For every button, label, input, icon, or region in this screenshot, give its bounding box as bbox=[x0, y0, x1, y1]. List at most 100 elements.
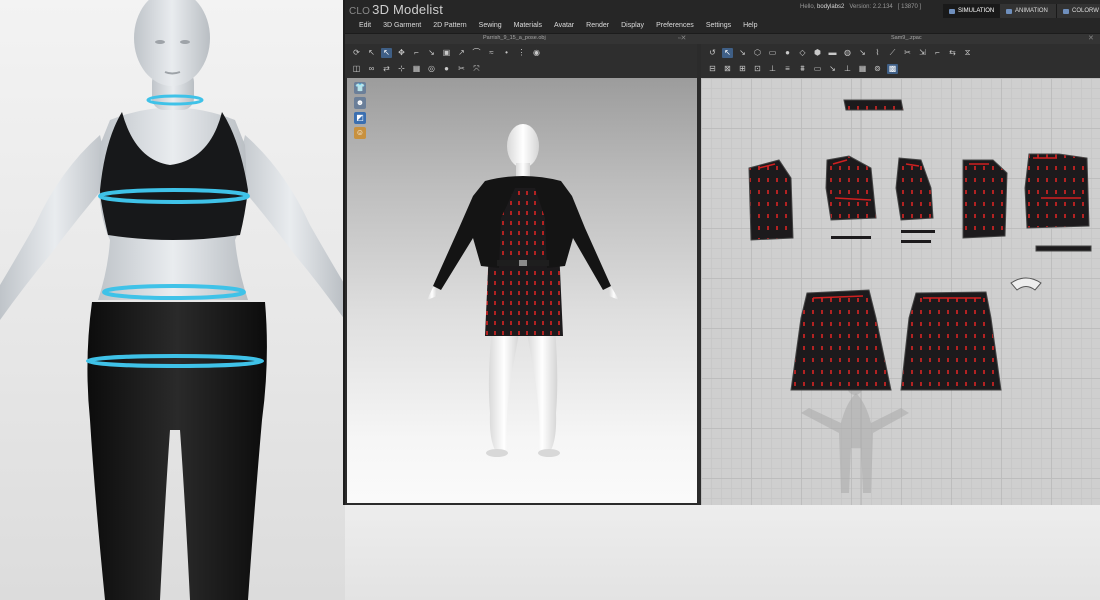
measure-icon[interactable]: ⌒ bbox=[471, 48, 482, 58]
menu-avatar[interactable]: Avatar bbox=[554, 22, 574, 29]
undo-icon[interactable]: ↺ bbox=[707, 48, 718, 58]
toolbar-3d: ⟳ ↖ ↖ ✥ ⌐ ↘ ▣ ↗ ⌒ ≈ • ⋮ ◉ ◫ ∞ ⇄ ⊹ ▦ ◎ ● … bbox=[345, 44, 697, 78]
select-mesh-icon[interactable]: ↖ bbox=[381, 48, 392, 58]
tab-colorway-label: COLORW bbox=[1072, 8, 1099, 14]
version-number: 2.2.134 bbox=[872, 4, 893, 10]
tab-animation[interactable]: ANIMATION bbox=[1000, 4, 1057, 18]
curve-icon[interactable]: ⌇ bbox=[872, 48, 883, 58]
tab-simulation-label: SIMULATION bbox=[958, 8, 995, 14]
box-pin-icon[interactable]: ▣ bbox=[441, 48, 452, 58]
texture-icon[interactable]: ▦ bbox=[411, 64, 422, 74]
menu-render[interactable]: Render bbox=[586, 22, 609, 29]
menu-2d-pattern[interactable]: 2D Pattern bbox=[433, 22, 466, 29]
pin-icon[interactable]: ↘ bbox=[426, 48, 437, 58]
pattern-piece-collar[interactable] bbox=[843, 99, 904, 111]
pattern-piece-belt[interactable] bbox=[1035, 245, 1092, 252]
menu-materials[interactable]: Materials bbox=[514, 22, 542, 29]
circle-icon[interactable]: ◎ bbox=[426, 64, 437, 74]
pattern-piece-left-sleeve[interactable] bbox=[748, 159, 794, 241]
wrinkle-icon[interactable]: ✂ bbox=[456, 64, 467, 74]
cut-icon[interactable]: ✂ bbox=[902, 48, 913, 58]
toolbar-2d-row1: ↺ ↖ ↘ ⬡ ▭ ● ◇ ⬢ ▬ ◍ ↘ ⌇ ⟋ ✂ ⇲ ⌐ ⇆ ⧖ bbox=[707, 46, 977, 60]
polygon-icon[interactable]: ⬡ bbox=[752, 48, 763, 58]
button-icon[interactable]: ◉ bbox=[531, 48, 542, 58]
pattern-piece-skirt-back[interactable] bbox=[900, 291, 1002, 391]
build-number: [ 13870 ] bbox=[897, 4, 922, 10]
title-bar: CLO 3D Modelist Hello, bodylabs2 Version:… bbox=[345, 0, 1100, 18]
username[interactable]: bodylabs2 bbox=[817, 4, 844, 10]
fold-arrange-icon[interactable]: ⩩ bbox=[797, 64, 808, 74]
annotation-icon[interactable]: ↘ bbox=[827, 64, 838, 74]
select-icon[interactable]: ↖ bbox=[366, 48, 377, 58]
point-icon[interactable]: • bbox=[501, 48, 512, 58]
pattern-piece-arc[interactable] bbox=[1010, 277, 1042, 291]
pattern-icon[interactable]: ◫ bbox=[351, 64, 362, 74]
tile-icon[interactable]: ▩ bbox=[887, 64, 898, 74]
pane-2d-close-icon[interactable]: ✕ bbox=[1088, 34, 1094, 42]
notch-icon[interactable]: ⊥ bbox=[767, 64, 778, 74]
zipper-icon[interactable]: ⋮ bbox=[516, 48, 527, 58]
symmetry-icon[interactable]: ⧖ bbox=[962, 48, 973, 58]
dart-icon[interactable]: ◇ bbox=[797, 48, 808, 58]
grading-icon[interactable]: ⊥ bbox=[842, 64, 853, 74]
2d-pattern-viewport[interactable] bbox=[701, 78, 1100, 505]
internal-rect-icon[interactable]: ▬ bbox=[827, 48, 838, 58]
pattern-piece-front-right[interactable] bbox=[895, 157, 934, 221]
toolbar-2d: ↺ ↖ ↘ ⬡ ▭ ● ◇ ⬢ ▬ ◍ ↘ ⌇ ⟋ ✂ ⇲ ⌐ ⇆ ⧖ ⊟ ⊠ … bbox=[701, 44, 1100, 78]
strengthen-icon[interactable]: ⤧ bbox=[471, 64, 482, 74]
animation-icon bbox=[1006, 8, 1012, 14]
free-sew-icon[interactable]: ⊠ bbox=[722, 64, 733, 74]
fit-icon[interactable]: ● bbox=[441, 64, 452, 74]
circle-shape-icon[interactable]: ● bbox=[782, 48, 793, 58]
pattern-piece-front-left[interactable] bbox=[825, 155, 877, 221]
internal-polygon-icon[interactable]: ⬢ bbox=[812, 48, 823, 58]
arrange-icon[interactable]: ⊹ bbox=[396, 64, 407, 74]
fold-icon[interactable]: ⌐ bbox=[411, 48, 422, 58]
internal-line-icon[interactable]: ⇄ bbox=[381, 64, 392, 74]
tab-colorway[interactable]: COLORW bbox=[1057, 4, 1100, 18]
steam-icon[interactable]: ≈ bbox=[486, 48, 497, 58]
greeting-text: Hello, bbox=[800, 4, 816, 10]
pane-3d-close-icon[interactable]: ▫✕ bbox=[678, 34, 686, 42]
avatar-3d-model[interactable] bbox=[347, 78, 697, 503]
offset-icon[interactable]: ⇲ bbox=[917, 48, 928, 58]
menu-settings[interactable]: Settings bbox=[706, 22, 731, 29]
menu-display[interactable]: Display bbox=[621, 22, 644, 29]
trace-icon[interactable]: ⊡ bbox=[752, 64, 763, 74]
edit-pattern-icon[interactable]: ↘ bbox=[737, 48, 748, 58]
mirror-icon[interactable]: ⇆ bbox=[947, 48, 958, 58]
simulation-icon bbox=[949, 8, 955, 14]
menu-sewing[interactable]: Sewing bbox=[479, 22, 502, 29]
menu-edit[interactable]: Edit bbox=[359, 22, 371, 29]
add-point-icon[interactable]: ↘ bbox=[857, 48, 868, 58]
menu-preferences[interactable]: Preferences bbox=[656, 22, 694, 29]
fold-line-icon[interactable]: ⌐ bbox=[932, 48, 943, 58]
slash-icon[interactable]: ⟋ bbox=[887, 48, 898, 58]
avatar-photo bbox=[0, 0, 345, 600]
sewing-icon[interactable]: ∞ bbox=[366, 64, 377, 74]
rotate-icon[interactable]: ⟳ bbox=[351, 48, 362, 58]
internal-circle-icon[interactable]: ◍ bbox=[842, 48, 853, 58]
tack-icon[interactable]: ↗ bbox=[456, 48, 467, 58]
toolbar-3d-row1: ⟳ ↖ ↖ ✥ ⌐ ↘ ▣ ↗ ⌒ ≈ • ⋮ ◉ bbox=[351, 46, 546, 60]
tab-animation-label: ANIMATION bbox=[1015, 8, 1048, 14]
menu-help[interactable]: Help bbox=[743, 22, 757, 29]
select-point-icon[interactable]: ↖ bbox=[722, 48, 733, 58]
pleat-icon[interactable]: ≡ bbox=[782, 64, 793, 74]
user-info: Hello, bodylabs2 Version: 2.2.134 [ 1387… bbox=[800, 4, 921, 10]
pattern-piece-back[interactable] bbox=[1024, 153, 1090, 229]
grid-toggle-icon[interactable]: ⊚ bbox=[872, 64, 883, 74]
check-sew-icon[interactable]: ⊞ bbox=[737, 64, 748, 74]
pattern-piece-right-sleeve[interactable] bbox=[962, 159, 1008, 239]
pattern-piece-skirt-front[interactable] bbox=[790, 289, 892, 391]
rectangle-icon[interactable]: ▭ bbox=[767, 48, 778, 58]
pattern-pieces[interactable] bbox=[701, 78, 1100, 505]
ruler-icon[interactable]: ▭ bbox=[812, 64, 823, 74]
3d-viewport[interactable]: 👕 ☻ ◩ ☺ bbox=[347, 78, 697, 503]
segment-sew-icon[interactable]: ⊟ bbox=[707, 64, 718, 74]
texture-2d-icon[interactable]: ▦ bbox=[857, 64, 868, 74]
menu-3d-garment[interactable]: 3D Garment bbox=[383, 22, 421, 29]
move-icon[interactable]: ✥ bbox=[396, 48, 407, 58]
app-title: 3D Modelist bbox=[372, 2, 444, 17]
tab-simulation[interactable]: SIMULATION bbox=[943, 4, 1000, 18]
